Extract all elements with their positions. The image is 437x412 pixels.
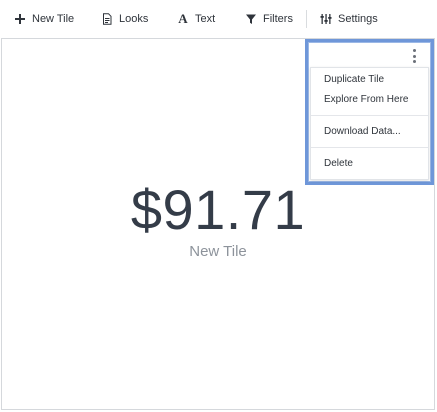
funnel-icon (245, 13, 257, 25)
text-button[interactable]: A Text (177, 10, 215, 28)
document-icon (101, 13, 113, 25)
settings-label: Settings (338, 13, 378, 25)
tile-single-value: $91.71 (130, 178, 306, 241)
looks-button[interactable]: Looks (101, 10, 148, 28)
filters-label: Filters (263, 13, 293, 25)
looks-label: Looks (119, 13, 149, 25)
menu-item-download-data[interactable]: Download Data... (324, 126, 401, 137)
filters-button[interactable]: Filters (245, 10, 293, 28)
tile-title: New Tile (189, 243, 247, 260)
toolbar-divider (306, 10, 307, 28)
dashboard-toolbar: New Tile Looks A Text Filters Settings (0, 0, 437, 38)
text-a-icon: A (178, 11, 188, 26)
menu-divider (311, 115, 428, 116)
menu-divider (311, 147, 428, 148)
kebab-menu-icon[interactable] (408, 47, 420, 65)
settings-button[interactable]: Settings (320, 10, 378, 28)
text-label: Text (195, 13, 216, 25)
tile-options-menu: Duplicate Tile Explore From Here Downloa… (310, 67, 429, 180)
new-tile-label: New Tile (32, 13, 75, 25)
menu-item-delete[interactable]: Delete (324, 158, 353, 169)
menu-item-duplicate-tile[interactable]: Duplicate Tile (324, 74, 384, 85)
plus-icon (14, 13, 26, 25)
sliders-icon (320, 13, 332, 25)
menu-item-explore-from-here[interactable]: Explore From Here (324, 94, 408, 105)
new-tile-button[interactable]: New Tile (14, 10, 74, 28)
